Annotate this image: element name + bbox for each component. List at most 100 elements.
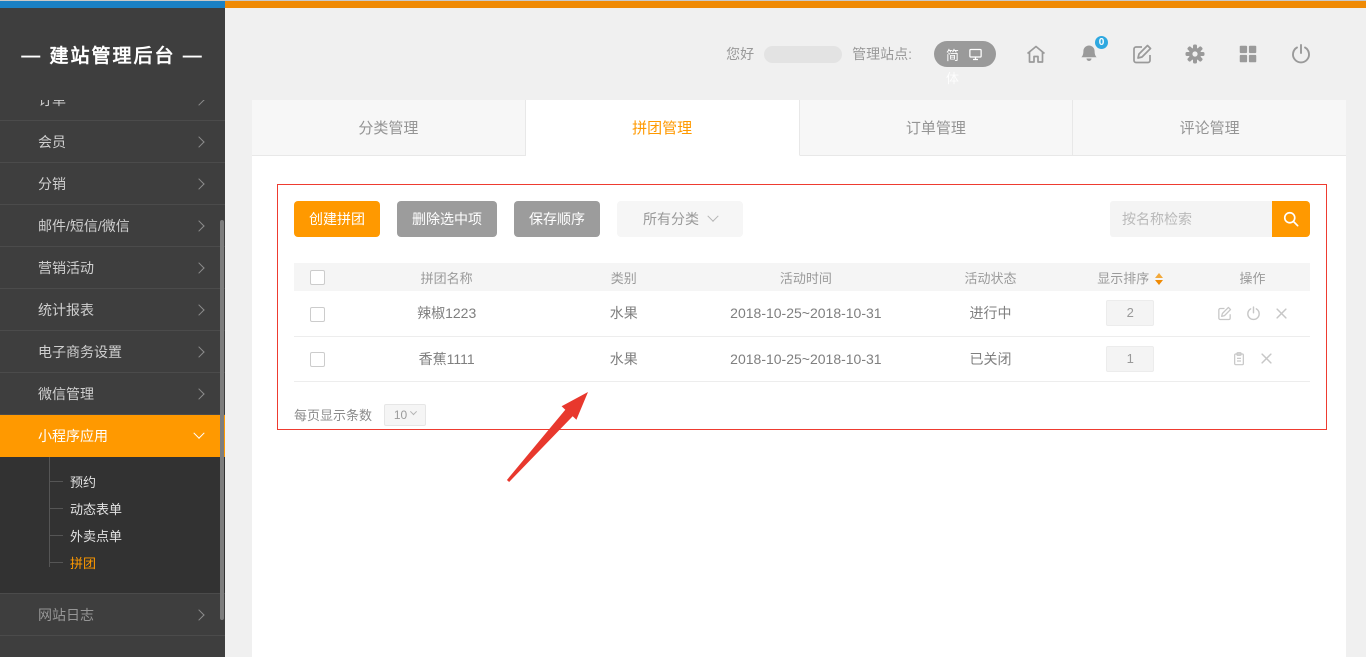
copy-action[interactable] xyxy=(1231,351,1247,367)
per-page-row: 每页显示条数 10 xyxy=(294,404,1310,426)
tab-order-manage[interactable]: 订单管理 xyxy=(800,100,1074,156)
chevron-down-icon xyxy=(707,211,718,222)
home-button[interactable] xyxy=(1023,41,1049,67)
sidebar-item-wechat-manage[interactable]: 微信管理 xyxy=(0,373,225,415)
cell-status: 已关闭 xyxy=(916,336,1066,381)
delete-action[interactable] xyxy=(1259,351,1274,366)
sidebar-item-ecommerce-settings[interactable]: 电子商务设置 xyxy=(0,331,225,373)
cell-name: 辣椒1223 xyxy=(342,291,552,336)
top-color-bar-blue xyxy=(0,1,225,8)
admin-page: — 建站管理后台 — 订单 会员 分销 邮件/短信/微信 营销活动 统计报表 电… xyxy=(0,0,1366,657)
search-button[interactable] xyxy=(1272,201,1310,237)
sidebar-item-site-logs[interactable]: 网站日志 xyxy=(0,594,225,636)
notifications-button[interactable]: 0 xyxy=(1076,41,1102,67)
tab-bar: 分类管理 拼团管理 订单管理 评论管理 xyxy=(252,100,1346,156)
tab-groupbuy-manage[interactable]: 拼团管理 xyxy=(526,100,800,156)
sort-order-input[interactable]: 1 xyxy=(1106,346,1154,372)
chevron-right-icon xyxy=(193,388,204,399)
sidebar-item-distribution[interactable]: 分销 xyxy=(0,163,225,205)
greeting-text: 您好 xyxy=(726,44,754,64)
toolbar: 创建拼团 删除选中项 保存顺序 所有分类 xyxy=(294,201,1310,237)
select-all-checkbox[interactable] xyxy=(310,270,325,285)
logout-button[interactable] xyxy=(1288,41,1314,67)
delete-action[interactable] xyxy=(1274,306,1289,321)
language-site-switch[interactable]: 简 体 xyxy=(934,41,996,67)
sidebar-item-members[interactable]: 会员 xyxy=(0,121,225,163)
create-groupbuy-button[interactable]: 创建拼团 xyxy=(294,201,380,237)
search-input[interactable] xyxy=(1110,201,1272,237)
cell-status: 进行中 xyxy=(916,291,1066,336)
col-sort: 显示排序 xyxy=(1065,263,1195,291)
table-row: 香蕉1111 水果 2018-10-25~2018-10-31 已关闭 1 xyxy=(294,336,1310,381)
sidebar-item-reports[interactable]: 统计报表 xyxy=(0,289,225,331)
sidebar-scrollbar[interactable] xyxy=(220,220,224,620)
power-icon xyxy=(1289,42,1313,66)
sidebar: — 建站管理后台 — 订单 会员 分销 邮件/短信/微信 营销活动 统计报表 电… xyxy=(0,8,225,657)
sidebar-item-marketing[interactable]: 营销活动 xyxy=(0,247,225,289)
miniprogram-submenu: 预约 动态表单 外卖点单 拼团 xyxy=(0,457,225,594)
submenu-item-dynamic-forms[interactable]: 动态表单 xyxy=(0,496,225,523)
main-content-card: 分类管理 拼团管理 订单管理 评论管理 创建拼团 删除选中项 保存顺序 所有分类 xyxy=(252,100,1346,657)
sort-toggle-icon[interactable] xyxy=(1155,273,1163,285)
submenu-item-group-buy[interactable]: 拼团 xyxy=(0,550,225,577)
save-order-button[interactable]: 保存顺序 xyxy=(514,201,600,237)
close-icon xyxy=(1259,351,1274,366)
chevron-right-icon xyxy=(193,609,204,620)
edit-icon xyxy=(1130,42,1154,66)
tab-category-manage[interactable]: 分类管理 xyxy=(252,100,526,156)
cell-category: 水果 xyxy=(551,291,696,336)
top-header: 您好 管理站点: 简 体 0 xyxy=(225,8,1366,100)
per-page-select[interactable]: 10 xyxy=(384,404,426,426)
col-status: 活动状态 xyxy=(916,263,1066,291)
sort-order-input[interactable]: 2 xyxy=(1106,300,1154,326)
chevron-down-icon xyxy=(410,408,417,415)
sidebar-item-miniprogram-apps[interactable]: 小程序应用 xyxy=(0,415,225,457)
monitor-icon xyxy=(967,47,984,62)
compose-button[interactable] xyxy=(1129,41,1155,67)
groupbuy-table: 拼团名称 类别 活动时间 活动状态 显示排序 操作 辣椒1223 水果 2018… xyxy=(294,263,1310,382)
close-icon xyxy=(1274,306,1289,321)
table-header-row: 拼团名称 类别 活动时间 活动状态 显示排序 操作 xyxy=(294,263,1310,291)
row-checkbox[interactable] xyxy=(310,307,325,322)
chevron-right-icon xyxy=(193,100,204,106)
delete-selected-button[interactable]: 删除选中项 xyxy=(397,201,497,237)
apps-button[interactable] xyxy=(1235,41,1261,67)
category-filter-dropdown[interactable]: 所有分类 xyxy=(617,201,743,237)
chevron-right-icon xyxy=(193,304,204,315)
gear-icon xyxy=(1183,42,1207,66)
sidebar-item-label: 订单 xyxy=(38,100,66,110)
lang-wrap-text: 体 xyxy=(946,68,959,87)
chevron-right-icon xyxy=(193,178,204,189)
apps-grid-icon xyxy=(1237,43,1259,65)
greeting-group: 您好 管理站点: 简 体 xyxy=(726,41,996,67)
highlighted-region: 创建拼团 删除选中项 保存顺序 所有分类 xyxy=(277,184,1327,430)
table-row: 辣椒1223 水果 2018-10-25~2018-10-31 进行中 2 xyxy=(294,291,1310,336)
submenu-item-booking[interactable]: 预约 xyxy=(0,469,225,496)
sidebar-item-orders-clipped[interactable]: 订单 xyxy=(0,100,225,121)
submenu-item-takeout-order[interactable]: 外卖点单 xyxy=(0,523,225,550)
search-group xyxy=(1110,201,1310,237)
clipboard-icon xyxy=(1231,351,1247,367)
chevron-down-icon xyxy=(193,427,204,438)
top-color-bar xyxy=(0,0,1366,8)
tab-comment-manage[interactable]: 评论管理 xyxy=(1073,100,1346,156)
settings-button[interactable] xyxy=(1182,41,1208,67)
row-checkbox[interactable] xyxy=(310,352,325,367)
power-icon xyxy=(1245,305,1262,322)
cell-time: 2018-10-25~2018-10-31 xyxy=(696,291,916,336)
notification-badge: 0 xyxy=(1094,35,1109,50)
manage-site-label: 管理站点: xyxy=(852,44,912,64)
col-category: 类别 xyxy=(551,263,696,291)
edit-icon xyxy=(1216,305,1233,322)
toggle-action[interactable] xyxy=(1245,305,1262,322)
chevron-right-icon xyxy=(193,220,204,231)
app-logo: — 建站管理后台 — xyxy=(0,8,225,100)
edit-action[interactable] xyxy=(1216,305,1233,322)
search-icon xyxy=(1281,209,1301,229)
chevron-right-icon xyxy=(193,136,204,147)
sidebar-item-mail-sms-wechat[interactable]: 邮件/短信/微信 xyxy=(0,205,225,247)
chevron-right-icon xyxy=(193,346,204,357)
home-icon xyxy=(1024,42,1048,66)
username-redacted xyxy=(764,46,842,63)
cell-name: 香蕉1111 xyxy=(342,336,552,381)
